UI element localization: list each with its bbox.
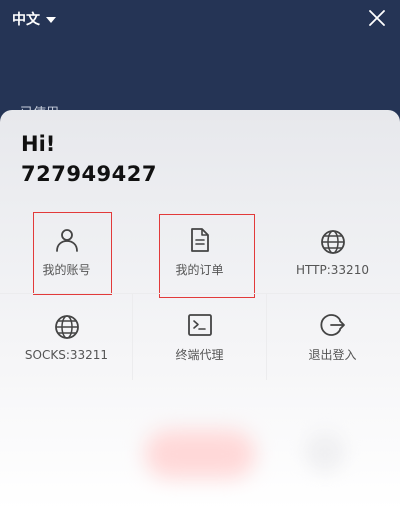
greeting: Hi! — [21, 132, 56, 156]
grid-divider — [132, 294, 133, 380]
globe-icon — [320, 229, 345, 254]
language-selector[interactable]: 中文 — [12, 9, 56, 29]
grid-divider — [0, 293, 400, 294]
blurred-button — [145, 430, 255, 478]
menu-item-socks-port[interactable]: SOCKS:33211 — [0, 295, 133, 380]
terminal-icon — [187, 314, 212, 336]
highlight-box-orders — [159, 214, 255, 298]
menu-item-label: SOCKS:33211 — [24, 347, 109, 362]
logout-icon — [319, 314, 345, 336]
menu-item-label: HTTP:33210 — [296, 262, 369, 277]
globe-icon — [54, 314, 79, 339]
blurred-icon — [305, 432, 345, 472]
highlight-box-account — [33, 212, 112, 295]
caret-down-icon — [46, 17, 56, 23]
close-icon[interactable] — [368, 9, 386, 27]
menu-item-label: 退出登入 — [308, 348, 357, 362]
language-label: 中文 — [12, 12, 40, 28]
user-id: 727949427 — [21, 162, 158, 186]
grid-divider — [266, 294, 267, 380]
menu-item-http-port[interactable]: HTTP:33210 — [266, 210, 399, 295]
menu-item-label: 终端代理 — [175, 348, 224, 362]
menu-item-terminal-proxy[interactable]: 终端代理 — [133, 295, 266, 380]
menu-item-logout[interactable]: 退出登入 — [266, 295, 399, 380]
